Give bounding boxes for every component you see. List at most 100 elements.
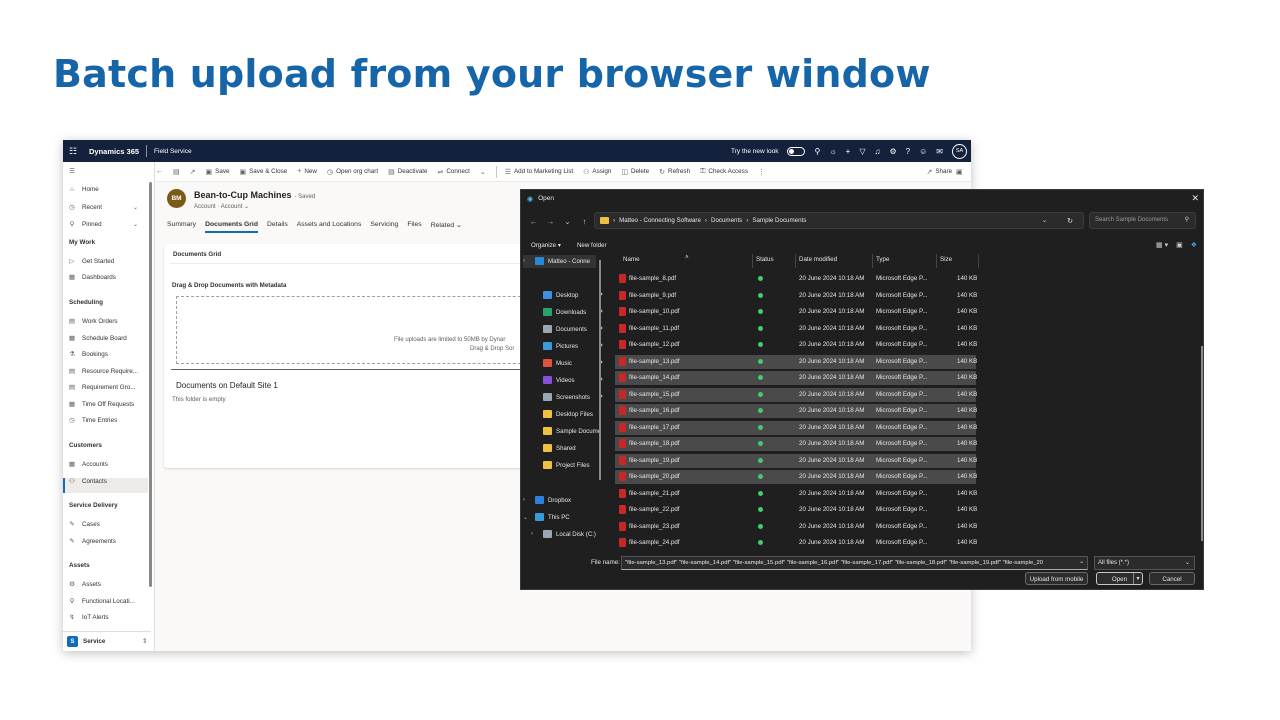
column-divider[interactable] xyxy=(936,254,937,268)
plus-icon[interactable]: + xyxy=(846,147,851,156)
file-row[interactable]: file-sample_18.pdf 20 June 2024 10:18 AM M… xyxy=(615,437,977,451)
address-bar[interactable]: › Matteo - Connecting Software › Documen… xyxy=(594,212,1084,229)
back-button[interactable]: ← xyxy=(156,168,163,175)
column-divider[interactable] xyxy=(795,254,796,268)
organize-menu[interactable]: Organize ▾ xyxy=(531,242,561,249)
app-launcher-icon[interactable]: ☷ xyxy=(63,146,83,157)
file-row[interactable]: file-sample_23.pdf 20 June 2024 10:18 AM M… xyxy=(615,520,977,534)
open-split-chevron-icon[interactable]: ▾ xyxy=(1133,573,1142,584)
user-avatar[interactable]: SA xyxy=(952,143,967,159)
more-commands-icon[interactable]: ⋮ xyxy=(758,168,765,176)
file-row[interactable]: file-sample_22.pdf 20 June 2024 10:18 AM M… xyxy=(615,503,977,517)
tab-summary[interactable]: Summary xyxy=(167,221,196,233)
form-selector[interactable]: Account xyxy=(221,204,243,210)
deactivate-button[interactable]: ▤ Deactivate xyxy=(388,168,427,176)
file-row[interactable]: file-sample_20.pdf 20 June 2024 10:18 AM M… xyxy=(615,470,977,484)
sidebar-item-home[interactable]: ⌂ Home xyxy=(68,186,99,193)
sidebar-item-bookings[interactable]: ⚗ Bookings xyxy=(68,350,108,359)
nav-item-videos[interactable]: Videos ✦ xyxy=(531,376,604,384)
help-icon[interactable]: ? xyxy=(906,147,910,156)
chevron-down-icon[interactable]: ⌄ xyxy=(1079,559,1084,565)
file-row[interactable]: file-sample_8.pdf 20 June 2024 10:18 AM Mi… xyxy=(615,272,977,286)
breadcrumb-item[interactable]: Matteo - Connecting Software xyxy=(619,217,701,224)
sidebar-item-pinned[interactable]: ⚲ Pinned ⌄ xyxy=(68,220,138,229)
file-row[interactable]: file-sample_17.pdf 20 June 2024 10:18 AM M… xyxy=(615,420,977,435)
column-divider[interactable] xyxy=(872,254,873,268)
column-status[interactable]: Status xyxy=(756,256,774,263)
sidebar-item-time-off-requests[interactable]: ▦ Time Off Requests xyxy=(68,400,134,409)
drop-zone[interactable]: File uploads are limited to 50MB by Dyna… xyxy=(176,296,561,364)
file-row[interactable]: file-sample_16.pdf 20 June 2024 10:18 AM M… xyxy=(615,404,977,418)
file-row[interactable]: file-sample_9.pdf 20 June 2024 10:18 AM Mi… xyxy=(615,289,977,303)
tab-related[interactable]: Related ⌄ xyxy=(431,221,462,233)
lightbulb-icon[interactable]: ☼ xyxy=(829,147,836,156)
search-input[interactable]: Search Sample Documents ⚲ xyxy=(1089,212,1196,229)
view-options-icon[interactable]: ▦ ▾ xyxy=(1156,241,1168,249)
tab-files[interactable]: Files xyxy=(407,221,421,233)
file-row[interactable]: file-sample_12.pdf 20 June 2024 10:18 AM M… xyxy=(615,338,977,352)
file-name-input[interactable]: "file-sample_13.pdf" "file-sample_14.pdf… xyxy=(621,556,1088,570)
sidebar-item-dashboards[interactable]: ▦ Dashboards xyxy=(68,273,116,282)
forward-arrow-icon[interactable]: → xyxy=(542,217,559,226)
file-row[interactable]: file-sample_21.pdf 20 June 2024 10:18 AM M… xyxy=(615,487,977,501)
tab-details[interactable]: Details xyxy=(267,221,288,233)
record-icon[interactable]: ▤ xyxy=(173,168,180,176)
copilot-icon[interactable]: ▣ xyxy=(956,168,963,176)
sidebar-item-iot-alerts[interactable]: ↯ IoT Alerts xyxy=(68,613,108,622)
file-row[interactable]: file-sample_15.pdf 20 June 2024 10:18 AM M… xyxy=(615,387,977,402)
nav-item-pictures[interactable]: Pictures ✦ xyxy=(531,342,604,350)
close-icon[interactable]: ✕ xyxy=(1191,193,1199,204)
org-chart-button[interactable]: ◷ Open org chart xyxy=(327,168,378,176)
column-size[interactable]: Size xyxy=(940,256,952,263)
sidebar-item-requirement-groups[interactable]: ▤ Requirement Gro... xyxy=(68,383,136,392)
bell-icon[interactable]: ♫ xyxy=(875,147,881,156)
help-icon[interactable]: ❖ xyxy=(1191,241,1197,249)
sidebar-scrollbar[interactable] xyxy=(149,182,152,587)
area-switcher[interactable]: S Service ⇕ xyxy=(63,631,151,651)
save-button[interactable]: ▣ Save xyxy=(206,168,230,176)
sidebar-item-cases[interactable]: ✎ Cases xyxy=(68,520,100,529)
sidebar-item-recent[interactable]: ◷ Recent ⌄ xyxy=(68,203,138,212)
file-row[interactable]: file-sample_24.pdf 20 June 2024 10:18 AM M… xyxy=(615,536,977,550)
sidebar-item-accounts[interactable]: ▦ Accounts xyxy=(68,460,108,469)
nav-item-music[interactable]: Music ✦ xyxy=(531,359,604,367)
new-look-toggle[interactable] xyxy=(787,146,806,156)
file-row[interactable]: file-sample_10.pdf 20 June 2024 10:18 AM M… xyxy=(615,305,977,319)
column-divider[interactable] xyxy=(978,254,979,268)
refresh-button[interactable]: ↻ Refresh xyxy=(659,168,690,176)
add-marketing-list-button[interactable]: ☰ Add to Marketing List xyxy=(505,168,573,176)
file-row[interactable]: file-sample_13.pdf 20 June 2024 10:18 AM M… xyxy=(615,354,977,369)
upload-from-mobile-button[interactable]: Upload from mobile xyxy=(1025,572,1088,585)
column-name[interactable]: Name xyxy=(623,256,640,263)
expand-chevron-icon[interactable]: › xyxy=(523,497,531,503)
cancel-button[interactable]: Cancel xyxy=(1149,572,1195,585)
new-folder-button[interactable]: New folder xyxy=(577,242,607,249)
chevron-down-icon[interactable]: ⌄ xyxy=(1042,217,1047,224)
refresh-icon[interactable]: ↻ xyxy=(1067,217,1073,225)
nav-item-matteo-conne[interactable]: › Matteo - Conne xyxy=(523,257,590,265)
expand-chevron-icon[interactable]: › xyxy=(531,531,539,537)
column-date-modified[interactable]: Date modified xyxy=(799,256,837,263)
nav-item-local-disk-c[interactable]: › Local Disk (C:) xyxy=(531,530,596,538)
sidebar-item-assets[interactable]: ⚙ Assets xyxy=(68,580,101,589)
check-access-button[interactable]: ⚿ Check Access xyxy=(700,168,748,176)
connect-button[interactable]: ⇌ Connect xyxy=(437,168,469,176)
tab-assets-locations[interactable]: Assets and Locations xyxy=(297,221,362,233)
connect-dropdown[interactable]: ⌄ xyxy=(480,168,486,176)
breadcrumb-item[interactable]: Documents xyxy=(711,217,742,224)
menu-toggle[interactable]: ☰ xyxy=(68,167,76,175)
sidebar-item-contacts[interactable]: ⚇ Contacts xyxy=(68,477,107,486)
expand-chevron-icon[interactable]: › xyxy=(523,258,531,264)
nav-item-screenshots[interactable]: Screenshots ✦ xyxy=(531,393,604,401)
popout-icon[interactable]: ↗ xyxy=(190,168,196,176)
nav-item-this-pc[interactable]: ⌄ This PC xyxy=(523,513,570,521)
app-name[interactable]: Dynamics 365 xyxy=(89,147,139,156)
column-divider[interactable] xyxy=(752,254,753,268)
sidebar-item-functional-locations[interactable]: ⚲ Functional Locati... xyxy=(68,597,135,606)
back-arrow-icon[interactable]: ← xyxy=(525,217,542,226)
nav-item-documents[interactable]: Documents ✦ xyxy=(531,325,604,333)
smiley-icon[interactable]: ☺ xyxy=(919,147,927,156)
sidebar-item-resource-requirements[interactable]: ▤ Resource Require... xyxy=(68,367,138,376)
save-close-button[interactable]: ▣ Save & Close xyxy=(239,168,287,176)
filter-icon[interactable]: ▽ xyxy=(859,147,865,156)
